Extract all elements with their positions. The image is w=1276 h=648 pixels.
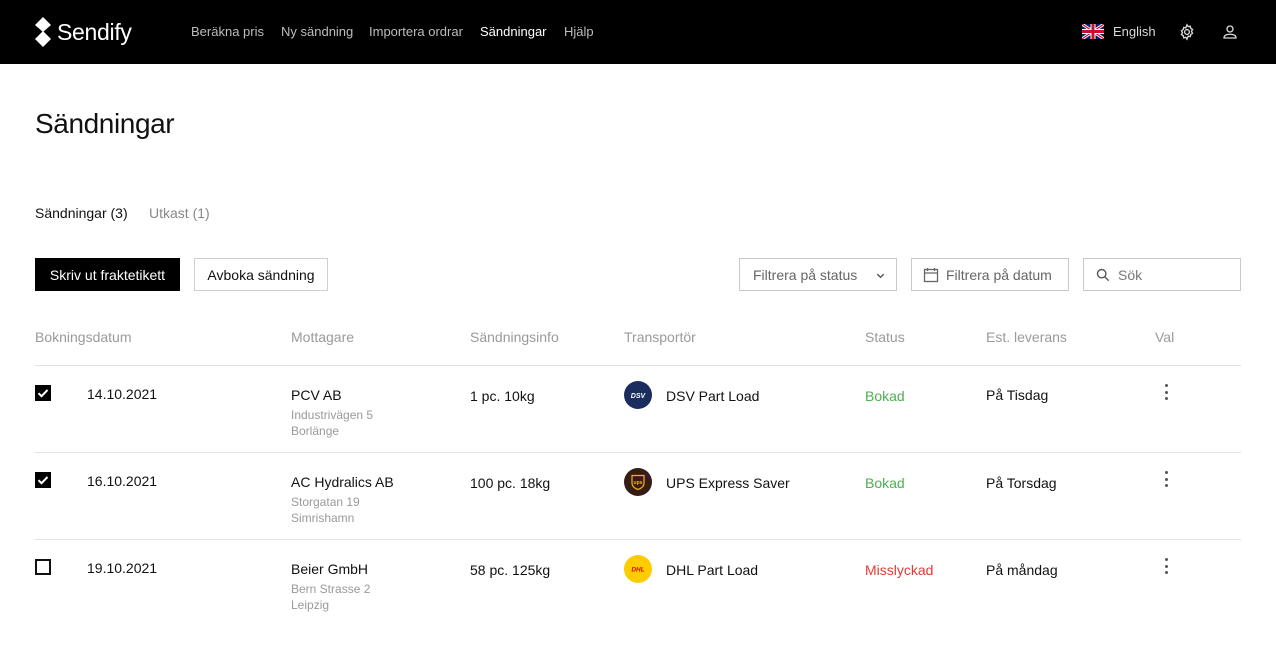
svg-text:ups: ups: [634, 480, 643, 486]
header-mottagare[interactable]: Mottagare: [291, 329, 354, 345]
more-options-icon[interactable]: [1160, 384, 1172, 400]
sendify-logo[interactable]: Sendify: [35, 17, 132, 47]
table-row[interactable]: 14.10.2021 PCV AB Industrivägen 5 Borlän…: [0, 366, 1276, 453]
uk-flag-icon: [1082, 24, 1104, 39]
header-bokningsdatum[interactable]: Bokningsdatum: [35, 329, 132, 345]
language-label: English: [1113, 24, 1156, 39]
shipment-info: 1 pc. 10kg: [470, 388, 535, 404]
user-icon[interactable]: [1221, 23, 1239, 41]
row-checkbox[interactable]: [35, 472, 51, 488]
recipient-name: PCV AB: [291, 387, 342, 403]
date-filter-field[interactable]: Filtrera på datum: [911, 258, 1069, 291]
recipient-name: AC Hydralics AB: [291, 474, 394, 490]
recipient-city: Simrishamn: [291, 511, 355, 525]
brand-name: Sendify: [57, 18, 132, 45]
nav-link-hjalp[interactable]: Hjälp: [564, 24, 594, 39]
tab-utkast[interactable]: Utkast (1): [149, 205, 210, 221]
dsv-logo: DSV: [624, 381, 652, 409]
recipient-cell: Beier GmbH Bern Strasse 2 Leipzig: [291, 561, 370, 613]
nav-link-sandningar[interactable]: Sändningar: [480, 24, 547, 39]
header-status[interactable]: Status: [865, 329, 905, 345]
more-options-icon[interactable]: [1160, 558, 1172, 574]
svg-text:DSV: DSV: [631, 393, 647, 399]
chevron-down-icon: [876, 273, 885, 279]
booking-date: 16.10.2021: [87, 473, 158, 489]
sendify-logo-icon: [35, 17, 51, 47]
recipient-street: Bern Strasse 2: [291, 582, 371, 596]
recipient-cell: PCV AB Industrivägen 5 Borlänge: [291, 387, 373, 439]
recipient-street: Storgatan 19: [291, 495, 360, 509]
checkmark-icon: [37, 389, 49, 398]
calendar-icon: [923, 267, 939, 282]
recipient-cell: AC Hydralics AB Storgatan 19 Simrishamn: [291, 474, 394, 526]
shipment-info: 100 pc. 18kg: [470, 475, 551, 491]
language-selector[interactable]: English: [1082, 24, 1156, 39]
header-est-leverans[interactable]: Est. leverans: [986, 329, 1067, 345]
status-badge: Misslyckad: [865, 562, 934, 578]
row-checkbox[interactable]: [35, 559, 51, 575]
booking-date: 19.10.2021: [87, 560, 158, 576]
header-transportor[interactable]: Transportör: [624, 329, 696, 345]
recipient-city: Leipzig: [291, 598, 330, 612]
dsv-logo-mark: DSV: [631, 393, 647, 399]
booking-date: 14.10.2021: [87, 386, 158, 402]
carrier-name: UPS Express Saver: [666, 475, 790, 491]
search-box[interactable]: [1083, 258, 1241, 291]
search-input[interactable]: [1118, 266, 1228, 283]
date-filter-label: Filtrera på datum: [946, 266, 1052, 283]
tab-sandningar[interactable]: Sändningar (3): [35, 205, 128, 221]
status-filter-dropdown[interactable]: Filtrera på status: [739, 258, 897, 291]
search-icon: [1096, 268, 1110, 281]
top-navigation-bar: Sendify Beräkna pris Ny sändning Importe…: [0, 0, 1276, 64]
header-val: Val: [1155, 329, 1175, 345]
nav-link-importera-ordrar[interactable]: Importera ordrar: [369, 24, 463, 39]
nav-link-ny-sandning[interactable]: Ny sändning: [281, 24, 353, 39]
print-label-button[interactable]: Skriv ut fraktetikett: [35, 258, 180, 291]
more-options-icon[interactable]: [1160, 471, 1172, 487]
page-title: Sändningar: [35, 108, 175, 139]
recipient-name: Beier GmbH: [291, 561, 369, 577]
ups-logo: ups: [624, 468, 652, 496]
status-badge: Bokad: [865, 475, 905, 491]
dhl-logo-mark: DHL: [631, 567, 644, 574]
table-row[interactable]: 19.10.2021 Beier GmbH Bern Strasse 2 Lei…: [0, 540, 1276, 627]
recipient-city: Borlänge: [291, 424, 340, 438]
checkmark-icon: [37, 476, 49, 485]
ups-shield-icon: ups: [631, 474, 645, 490]
gear-icon[interactable]: [1178, 23, 1196, 41]
status-badge: Bokad: [865, 388, 905, 404]
estimated-delivery: På Tisdag: [986, 387, 1049, 403]
nav-link-berakna-pris[interactable]: Beräkna pris: [191, 24, 264, 39]
row-checkbox[interactable]: [35, 385, 51, 401]
header-sandningsinfo[interactable]: Sändningsinfo: [470, 329, 559, 345]
status-filter-label: Filtrera på status: [753, 266, 858, 283]
svg-text:DHL: DHL: [631, 567, 644, 574]
estimated-delivery: På Torsdag: [986, 475, 1057, 491]
recipient-street: Industrivägen 5: [291, 408, 374, 422]
carrier-name: DSV Part Load: [666, 388, 760, 404]
table-row[interactable]: 16.10.2021 AC Hydralics AB Storgatan 19 …: [0, 453, 1276, 540]
cancel-shipment-button[interactable]: Avboka sändning: [194, 258, 328, 291]
carrier-name: DHL Part Load: [666, 562, 759, 578]
dhl-logo: DHL: [624, 555, 652, 583]
shipment-info: 58 pc. 125kg: [470, 562, 551, 578]
estimated-delivery: På måndag: [986, 562, 1058, 578]
